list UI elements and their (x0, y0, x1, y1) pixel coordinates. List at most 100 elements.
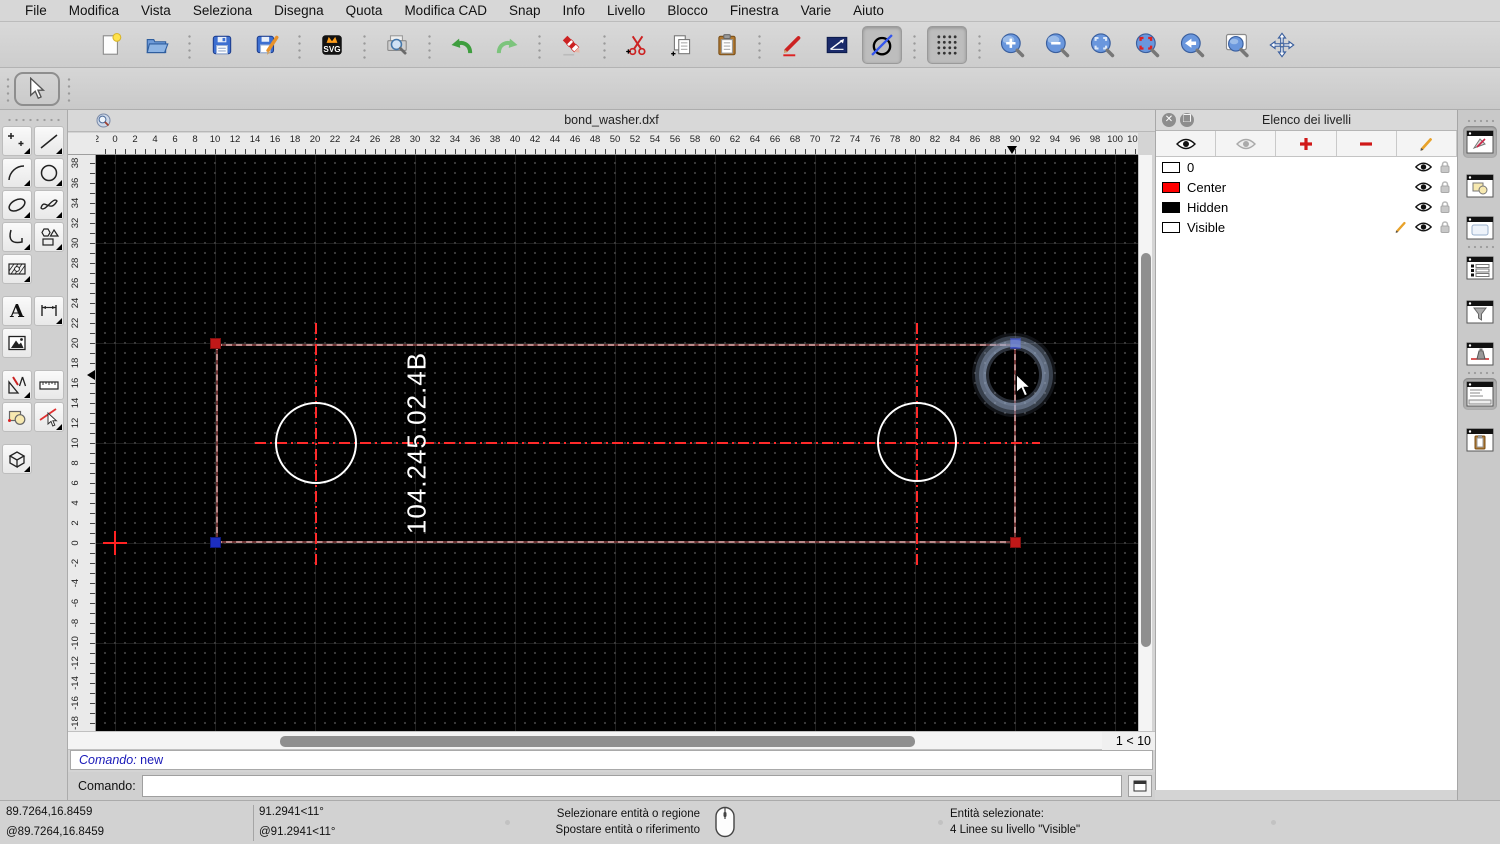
layer-visible-icon[interactable] (1415, 221, 1432, 233)
layer-row-hidden[interactable]: Hidden (1156, 197, 1457, 217)
drawing-preferences-button[interactable] (817, 26, 857, 64)
zoom-out-button[interactable] (1037, 26, 1077, 64)
command-input[interactable] (142, 775, 1122, 797)
menu-item-modifica-cad[interactable]: Modifica CAD (393, 3, 498, 18)
vertical-scrollbar-thumb[interactable] (1141, 253, 1151, 647)
command-line-dock-button[interactable] (1463, 378, 1497, 410)
cut-button[interactable] (617, 26, 657, 64)
layer-visible-icon[interactable] (1415, 181, 1432, 193)
menu-item-finestra[interactable]: Finestra (719, 3, 790, 18)
hatch-tool[interactable] (2, 254, 32, 284)
layer-lock-icon[interactable] (1439, 200, 1451, 214)
edit-layer-button[interactable] (1397, 131, 1457, 156)
horizontal-scrollbar[interactable] (68, 731, 1102, 750)
text-tool[interactable]: A (2, 296, 32, 326)
menu-item-snap[interactable]: Snap (498, 3, 552, 18)
layer-row-visible[interactable]: Visible (1156, 217, 1457, 237)
layer-visible-icon[interactable] (1415, 161, 1432, 173)
draft-mode-button[interactable] (862, 26, 902, 64)
selection-status-title: Entità selezionate: (950, 806, 1080, 822)
print-preview-button[interactable] (377, 26, 417, 64)
undo-button[interactable] (442, 26, 482, 64)
menu-item-livello[interactable]: Livello (596, 3, 656, 18)
redo-button[interactable] (487, 26, 527, 64)
menu-item-file[interactable]: File (14, 3, 58, 18)
block-tool[interactable] (2, 402, 32, 432)
palette-grip[interactable] (6, 114, 61, 124)
image-tool[interactable] (2, 328, 32, 358)
ellipse-tool[interactable] (2, 190, 32, 220)
handle-bottom-right[interactable] (1010, 537, 1021, 548)
paste-button[interactable] (707, 26, 747, 64)
drawing-canvas[interactable]: 104.245.02.4B (96, 155, 1138, 731)
pen-settings-dock-button[interactable] (1463, 338, 1497, 370)
toolbar-grip[interactable] (5, 76, 11, 102)
hide-all-layers-button[interactable] (1216, 131, 1276, 156)
new-file-button[interactable] (92, 26, 132, 64)
layer-list-dock-button[interactable] (1463, 126, 1497, 158)
property-editor-dock-button[interactable] (1463, 252, 1497, 284)
save-as-button[interactable] (247, 26, 287, 64)
handle-top-left[interactable] (210, 338, 221, 349)
menu-item-disegna[interactable]: Disegna (263, 3, 335, 18)
layer-lock-icon[interactable] (1439, 160, 1451, 174)
spline-tool[interactable] (34, 190, 64, 220)
drafting-tools[interactable] (2, 370, 32, 400)
copy-button[interactable] (662, 26, 702, 64)
solid-3d-tool[interactable] (2, 444, 32, 474)
delete-entities-button[interactable] (552, 26, 592, 64)
block-icon (5, 405, 29, 429)
command-detach-button[interactable] (1128, 775, 1152, 797)
scale-indicator: 1 < 10 (1102, 731, 1155, 750)
line-tool[interactable] (34, 126, 64, 156)
open-file-button[interactable] (137, 26, 177, 64)
menu-item-seleziona[interactable]: Seleziona (182, 3, 263, 18)
polyline-tool[interactable] (2, 222, 32, 252)
zoom-window-button[interactable] (1217, 26, 1257, 64)
measure-tool[interactable] (34, 370, 64, 400)
zoom-previous-button[interactable] (1172, 26, 1212, 64)
part-label-text[interactable]: 104.245.02.4B (402, 352, 433, 534)
arc-tool[interactable] (2, 158, 32, 188)
zoom-selection-button[interactable] (1127, 26, 1167, 64)
layer-visible-icon[interactable] (1415, 201, 1432, 213)
grid-toggle-button[interactable] (927, 26, 967, 64)
save-button[interactable] (202, 26, 242, 64)
hole-circle-left[interactable] (275, 402, 357, 484)
remove-layer-button[interactable] (1337, 131, 1397, 156)
zoom-auto-button[interactable] (1082, 26, 1122, 64)
add-layer-button[interactable] (1276, 131, 1336, 156)
layer-lock-icon[interactable] (1439, 220, 1451, 234)
vertical-scrollbar[interactable] (1138, 155, 1152, 731)
menu-item-vista[interactable]: Vista (130, 3, 182, 18)
handle-bottom-left[interactable] (210, 537, 221, 548)
selection-tool-button[interactable] (14, 72, 60, 106)
clipboard-dock-button[interactable] (1463, 424, 1497, 456)
edit-pen-button[interactable] (772, 26, 812, 64)
menu-item-aiuto[interactable]: Aiuto (842, 3, 895, 18)
layer-row-center[interactable]: Center (1156, 177, 1457, 197)
layer-row-0[interactable]: 0 (1156, 157, 1457, 177)
menu-item-quota[interactable]: Quota (335, 3, 394, 18)
block-list-dock-button[interactable] (1463, 170, 1497, 202)
show-all-layers-button[interactable] (1156, 131, 1216, 156)
hole-circle-right[interactable] (877, 402, 957, 482)
pan-button[interactable] (1262, 26, 1302, 64)
library-browser-dock-button[interactable] (1463, 212, 1497, 244)
menu-item-modifica[interactable]: Modifica (58, 3, 130, 18)
menu-item-blocco[interactable]: Blocco (656, 3, 719, 18)
shapes-tool[interactable] (34, 222, 64, 252)
layer-lock-icon[interactable] (1439, 180, 1451, 194)
horizontal-scrollbar-thumb[interactable] (280, 736, 915, 747)
dimension-tool[interactable] (34, 296, 64, 326)
toolbar-grip[interactable] (66, 76, 72, 102)
menu-item-info[interactable]: Info (552, 3, 597, 18)
zoom-in-button[interactable] (992, 26, 1032, 64)
points-tool[interactable] (2, 126, 32, 156)
line-selection-tool[interactable] (34, 402, 64, 432)
export-svg-button[interactable]: SVG (312, 26, 352, 64)
menu-item-varie[interactable]: Varie (790, 3, 843, 18)
circle-tool[interactable] (34, 158, 64, 188)
selection-filter-dock-button[interactable] (1463, 296, 1497, 328)
zoom-out-icon (1043, 31, 1071, 59)
